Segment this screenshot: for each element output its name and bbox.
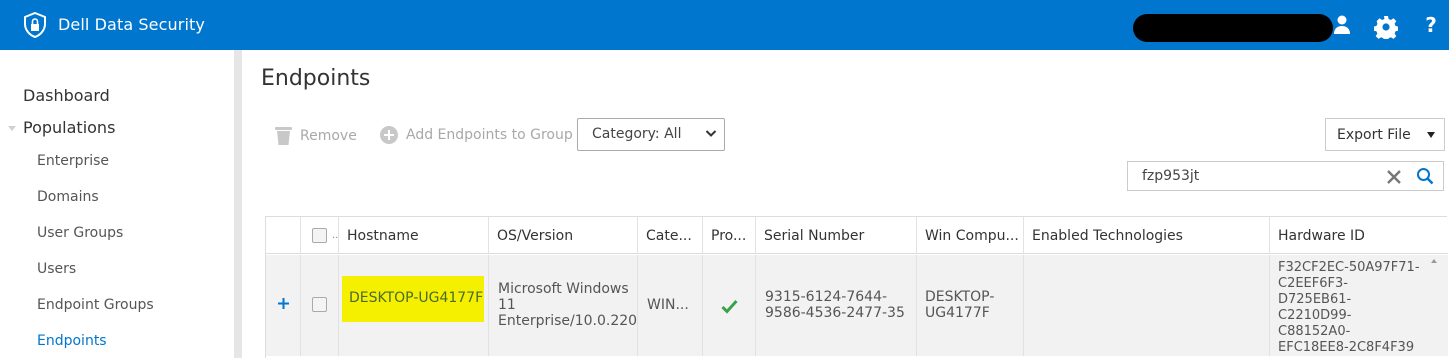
serial-number-line: 9586-4536-2477-35 [765, 305, 905, 321]
category-select[interactable]: Category: All [577, 118, 725, 151]
column-header-hardware-id[interactable]: Hardware ID [1270, 217, 1430, 253]
column-header-win-computer[interactable]: Win Compu... [917, 217, 1024, 253]
expand-cell [266, 255, 301, 356]
sidebar-item-users[interactable]: Users [37, 261, 76, 277]
help-icon[interactable]: ? [1419, 12, 1443, 37]
column-header-enabled-technologies[interactable]: Enabled Technologies [1024, 217, 1270, 253]
search-input[interactable]: fzp953jt [1142, 168, 1199, 184]
endpoints-table: .. Hostname OS/Version Cate... Pro... Se… [265, 216, 1448, 358]
top-bar: Dell Data Security ? [0, 0, 1449, 50]
column-header-protected[interactable]: Pro... [703, 217, 756, 253]
hostname-highlight: DESKTOP-UG4177F [342, 276, 484, 322]
sidebar-item-user-groups[interactable]: User Groups [37, 225, 123, 241]
sidebar-item-dashboard[interactable]: Dashboard [23, 86, 110, 105]
export-file-dropdown[interactable]: Export File [1325, 118, 1445, 151]
sidebar-item-enterprise[interactable]: Enterprise [37, 153, 109, 169]
column-header-os-version[interactable]: OS/Version [489, 217, 638, 253]
table-header: .. Hostname OS/Version Cate... Pro... Se… [266, 217, 1448, 254]
hardware-id-line: C2EEF6F3- [1278, 276, 1348, 291]
serial-number-cell: 9315-6124-7644- 9586-4536-2477-35 [756, 255, 917, 356]
sidebar-item-domains[interactable]: Domains [37, 189, 99, 205]
category-value: WIN... [647, 297, 689, 313]
scroll-up-arrow[interactable] [1431, 259, 1437, 263]
search-icon[interactable] [1416, 167, 1434, 185]
select-all-checkbox[interactable] [312, 228, 327, 243]
chevron-down-icon [705, 130, 717, 137]
hardware-id-line: EFC18EE8-2C8F4F39 [1278, 340, 1415, 355]
win-computer-cell: DESKTOP- UG4177F [917, 255, 1024, 356]
remove-button[interactable]: Remove [275, 126, 357, 145]
column-header-hostname[interactable]: Hostname [339, 217, 489, 253]
expand-plus-icon[interactable] [278, 298, 289, 309]
select-all-column-header: .. [301, 217, 339, 253]
sidebar-divider[interactable] [234, 50, 242, 358]
hardware-id-cell: F32CF2EC-50A97F71- C2EEF6F3- D725EB61- C… [1270, 255, 1430, 356]
check-icon [721, 299, 738, 314]
os-version-line: Enterprise/10.0.22000 [498, 313, 638, 329]
hardware-id-line: F32CF2EC-50A97F71- [1278, 260, 1420, 275]
add-endpoints-to-group-button[interactable]: Add Endpoints to Group [380, 126, 573, 144]
row-checkbox[interactable] [312, 297, 327, 312]
serial-number-line: 9315-6124-7644- [765, 289, 888, 305]
hardware-id-line: C88152A0- [1278, 324, 1351, 339]
remove-label: Remove [300, 127, 357, 144]
page-title: Endpoints [261, 66, 371, 91]
hardware-id-line: C2210D99- [1278, 308, 1352, 323]
user-icon[interactable] [1330, 13, 1354, 37]
plus-circle-icon [380, 126, 398, 144]
expand-column-header [266, 217, 301, 253]
trash-icon [275, 127, 292, 145]
column-header-category[interactable]: Cate... [638, 217, 703, 253]
app-title: Dell Data Security [58, 15, 205, 34]
close-icon[interactable] [1385, 168, 1403, 186]
add-endpoints-label: Add Endpoints to Group [406, 127, 573, 143]
protected-cell [703, 255, 756, 356]
shield-lock-icon [24, 12, 46, 38]
os-version-cell: Microsoft Windows 11 Enterprise/10.0.220… [489, 255, 638, 356]
export-file-label: Export File [1337, 127, 1411, 143]
column-header-serial-number[interactable]: Serial Number [756, 217, 917, 253]
category-select-value: Category: All [592, 126, 682, 142]
chevron-down-icon[interactable] [8, 126, 16, 131]
os-version-line: Microsoft Windows [498, 281, 629, 297]
enabled-technologies-cell [1024, 255, 1270, 356]
category-cell: WIN... [638, 255, 703, 356]
search-box[interactable]: fzp953jt [1127, 161, 1444, 191]
os-version-line: 11 [498, 297, 516, 313]
redacted-username [1133, 14, 1333, 42]
gear-icon[interactable] [1374, 15, 1398, 39]
sidebar-item-endpoint-groups[interactable]: Endpoint Groups [37, 297, 154, 313]
hardware-id-line: D725EB61- [1278, 292, 1352, 307]
select-cell [301, 255, 339, 356]
hostname-link[interactable]: DESKTOP-UG4177F [349, 290, 483, 306]
sidebar-item-populations[interactable]: Populations [23, 118, 115, 137]
table-row[interactable]: DESKTOP-UG4177F Microsoft Windows 11 Ent… [266, 255, 1448, 356]
column-resize-dots: .. [332, 230, 339, 241]
win-computer-line: UG4177F [925, 305, 990, 321]
win-computer-line: DESKTOP- [925, 289, 995, 305]
caret-down-icon [1427, 132, 1435, 138]
sidebar-item-endpoints[interactable]: Endpoints [37, 333, 107, 349]
